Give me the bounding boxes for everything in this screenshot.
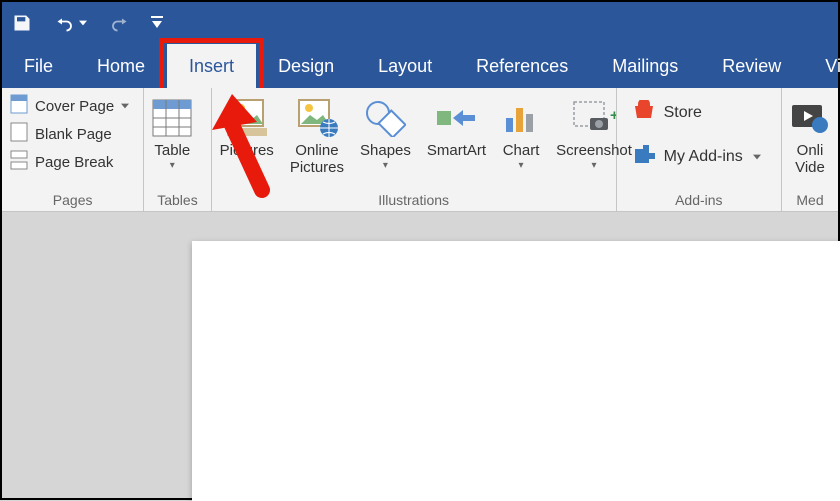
tab-insert-label: Insert bbox=[189, 56, 234, 77]
tab-references[interactable]: References bbox=[454, 44, 590, 88]
table-button[interactable]: Table ▾ bbox=[144, 90, 200, 191]
shapes-button[interactable]: Shapes ▾ bbox=[352, 90, 419, 191]
group-media-label: Med bbox=[782, 191, 838, 211]
ribbon-tabs: File Home Insert Design Layout Reference… bbox=[2, 44, 838, 88]
group-tables-label: Tables bbox=[144, 191, 210, 211]
store-button[interactable]: Store bbox=[633, 100, 762, 125]
group-illustrations-label: Illustrations bbox=[212, 191, 616, 211]
tab-view[interactable]: View bbox=[803, 44, 840, 88]
smartart-label: SmartArt bbox=[427, 142, 486, 159]
chevron-down-icon bbox=[121, 102, 129, 110]
online-video-label-1: Onli bbox=[797, 142, 824, 159]
online-pictures-button[interactable]: Online Pictures bbox=[282, 90, 352, 191]
chart-icon bbox=[502, 96, 540, 140]
save-icon[interactable] bbox=[12, 13, 32, 33]
online-video-icon bbox=[790, 96, 830, 140]
quick-access-toolbar bbox=[2, 2, 838, 44]
chart-button[interactable]: Chart ▾ bbox=[494, 90, 548, 191]
shapes-icon bbox=[364, 96, 406, 140]
group-addins: Store My Add-ins Add-ins bbox=[617, 88, 782, 211]
addins-icon bbox=[633, 143, 655, 170]
online-video-button[interactable]: Onli Vide bbox=[782, 90, 838, 191]
ribbon-insert: Cover Page Blank Page Page Break Pages bbox=[2, 88, 838, 212]
online-pictures-label-1: Online bbox=[295, 142, 338, 159]
pictures-label: Pictures bbox=[220, 142, 274, 159]
group-illustrations: Pictures Online Pictures bbox=[212, 88, 617, 211]
page-break-button[interactable]: Page Break bbox=[10, 150, 129, 174]
chart-label: Chart bbox=[503, 142, 540, 159]
group-addins-label: Add-ins bbox=[617, 191, 781, 211]
tab-file[interactable]: File bbox=[2, 44, 75, 88]
pictures-button[interactable]: Pictures bbox=[212, 90, 282, 191]
table-label: Table bbox=[154, 142, 190, 159]
pictures-icon bbox=[225, 96, 269, 140]
blank-page-label: Blank Page bbox=[35, 126, 112, 143]
cover-page-button[interactable]: Cover Page bbox=[10, 94, 129, 118]
cover-page-label: Cover Page bbox=[35, 98, 114, 115]
online-video-label-2: Vide bbox=[795, 159, 825, 176]
redo-icon[interactable] bbox=[109, 14, 129, 32]
screenshot-icon: + bbox=[572, 96, 616, 140]
chevron-down-icon: ▾ bbox=[519, 160, 524, 172]
smartart-icon bbox=[435, 96, 477, 140]
group-media: Onli Vide Med bbox=[782, 88, 838, 211]
chevron-down-icon: ▾ bbox=[383, 160, 388, 172]
my-addins-button[interactable]: My Add-ins bbox=[633, 143, 762, 170]
page-break-label: Page Break bbox=[35, 154, 113, 171]
chevron-down-icon bbox=[752, 153, 762, 161]
blank-page-icon bbox=[10, 122, 28, 146]
shapes-label: Shapes bbox=[360, 142, 411, 159]
tab-insert[interactable]: Insert bbox=[167, 44, 256, 88]
chevron-down-icon: ▾ bbox=[591, 160, 596, 172]
online-pictures-icon bbox=[295, 96, 339, 140]
my-addins-label: My Add-ins bbox=[664, 148, 743, 166]
tab-mailings[interactable]: Mailings bbox=[590, 44, 700, 88]
tab-home[interactable]: Home bbox=[75, 44, 167, 88]
cover-page-icon bbox=[10, 94, 28, 118]
store-icon bbox=[633, 100, 655, 125]
undo-icon[interactable] bbox=[54, 14, 87, 32]
tab-layout[interactable]: Layout bbox=[356, 44, 454, 88]
page-break-icon bbox=[10, 150, 28, 174]
group-pages: Cover Page Blank Page Page Break Pages bbox=[2, 88, 144, 211]
store-label: Store bbox=[664, 104, 702, 122]
table-icon bbox=[152, 96, 192, 140]
svg-text:+: + bbox=[610, 107, 616, 124]
chevron-down-icon: ▾ bbox=[170, 160, 175, 172]
tab-review[interactable]: Review bbox=[700, 44, 803, 88]
online-pictures-label-2: Pictures bbox=[290, 159, 344, 176]
group-pages-label: Pages bbox=[2, 191, 143, 211]
blank-page-button[interactable]: Blank Page bbox=[10, 122, 129, 146]
customize-qat-icon[interactable] bbox=[151, 16, 163, 30]
document-page[interactable] bbox=[192, 241, 840, 501]
tab-design[interactable]: Design bbox=[256, 44, 356, 88]
smartart-button[interactable]: SmartArt bbox=[419, 90, 494, 191]
group-tables: Table ▾ Tables bbox=[144, 88, 211, 211]
